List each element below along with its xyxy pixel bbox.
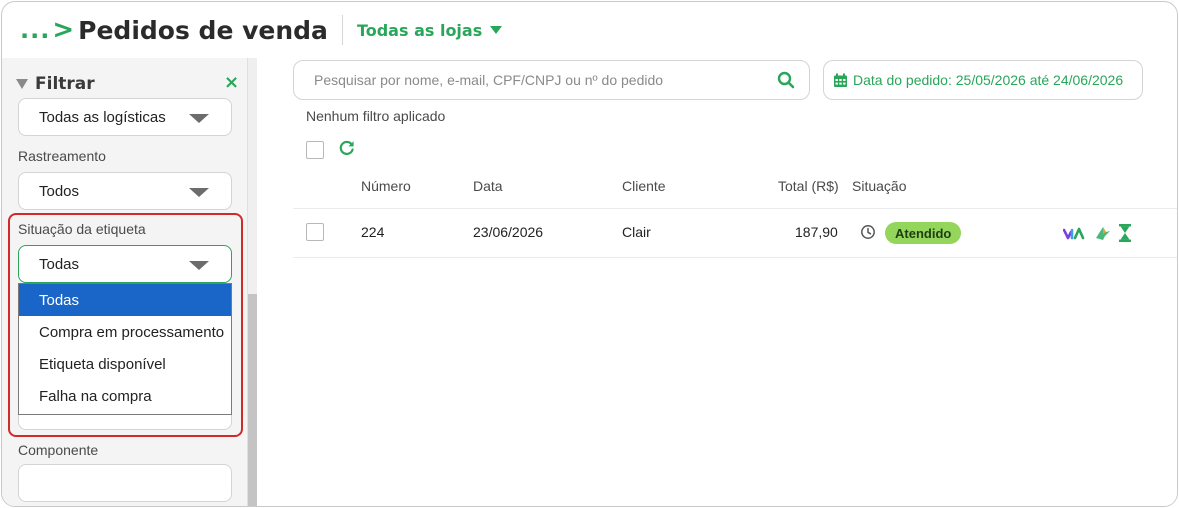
page-title: Pedidos de venda — [78, 15, 328, 45]
filter-icon — [16, 79, 28, 89]
select-all-checkbox[interactable] — [306, 141, 324, 159]
label-status-select[interactable]: Todas — [18, 245, 232, 283]
column-header-numero[interactable]: Número — [361, 178, 411, 194]
store-selector-label: Todas as lojas — [356, 20, 483, 40]
row-cliente: Clair — [622, 224, 651, 240]
column-header-cliente[interactable]: Cliente — [622, 178, 666, 194]
row-numero: 224 — [361, 224, 385, 240]
date-filter-label: Data do pedido: 25/05/2026 até 24/06/202… — [853, 72, 1124, 88]
breadcrumb-ellipsis[interactable]: ... — [20, 16, 50, 44]
calendar-icon — [834, 73, 847, 87]
label-status-label: Situação da etiqueta — [18, 221, 146, 237]
row-data: 23/06/2026 — [473, 224, 544, 240]
filter-title: Filtrar — [35, 74, 95, 94]
component-label: Componente — [18, 442, 99, 458]
close-icon[interactable]: × — [224, 72, 239, 93]
select-arrow-icon — [189, 114, 209, 123]
select-arrow-icon — [189, 188, 209, 197]
row-total: 187,90 — [795, 224, 838, 240]
header-divider — [341, 15, 343, 45]
logistics-select-value: Todas as logísticas — [39, 108, 166, 126]
refresh-icon[interactable] — [338, 139, 356, 157]
breadcrumb-separator: > — [52, 15, 75, 45]
store-selector[interactable]: Todas as lojas — [356, 20, 503, 40]
search-box — [293, 60, 810, 100]
filter-header: Filtrar — [16, 74, 95, 94]
search-icon[interactable] — [777, 71, 795, 89]
tracking-label: Rastreamento — [18, 148, 106, 164]
dropdown-option-falha-na-compra[interactable]: Falha na compra — [19, 380, 231, 412]
table-row[interactable] — [293, 208, 1177, 258]
hourglass-icon[interactable] — [1118, 223, 1132, 243]
main-area — [257, 58, 1177, 506]
clock-icon — [861, 225, 875, 239]
page-header: ... > Pedidos de venda Todas as lojas — [2, 2, 1177, 58]
logistics-select[interactable]: Todas as logísticas — [18, 98, 232, 136]
filter-sidebar: Filtrar × Todas as logísticas Rastreamen… — [2, 58, 248, 506]
search-input[interactable] — [314, 72, 754, 88]
label-status-dropdown: Todas Compra em processamento Etiqueta d… — [18, 283, 232, 415]
column-header-data[interactable]: Data — [473, 178, 503, 194]
column-header-total[interactable]: Total (R$) — [778, 178, 839, 194]
component-input[interactable] — [18, 464, 232, 502]
sidebar-scrollbar[interactable] — [248, 58, 257, 506]
integration-icon[interactable] — [1063, 223, 1085, 243]
bird-icon[interactable] — [1094, 223, 1112, 243]
column-header-situacao[interactable]: Situação — [852, 178, 906, 194]
status-badge: Atendido — [885, 222, 962, 244]
caret-down-icon — [490, 26, 503, 34]
dropdown-option-etiqueta-disponivel[interactable]: Etiqueta disponível — [19, 348, 231, 380]
dropdown-option-todas[interactable]: Todas — [19, 284, 231, 316]
select-arrow-icon — [189, 261, 209, 270]
app-window: ... > Pedidos de venda Todas as lojas Fi… — [1, 1, 1178, 507]
label-status-select-value: Todas — [39, 255, 80, 273]
dropdown-option-compra-em-processamento[interactable]: Compra em processamento — [19, 316, 231, 348]
sidebar-scrollbar-thumb[interactable] — [248, 294, 257, 506]
row-checkbox[interactable] — [306, 223, 324, 241]
no-filter-text: Nenhum filtro aplicado — [306, 108, 446, 124]
date-filter-button[interactable]: Data do pedido: 25/05/2026 até 24/06/202… — [823, 60, 1143, 100]
tracking-select-value: Todos — [39, 182, 80, 200]
tracking-select[interactable]: Todos — [18, 172, 232, 210]
